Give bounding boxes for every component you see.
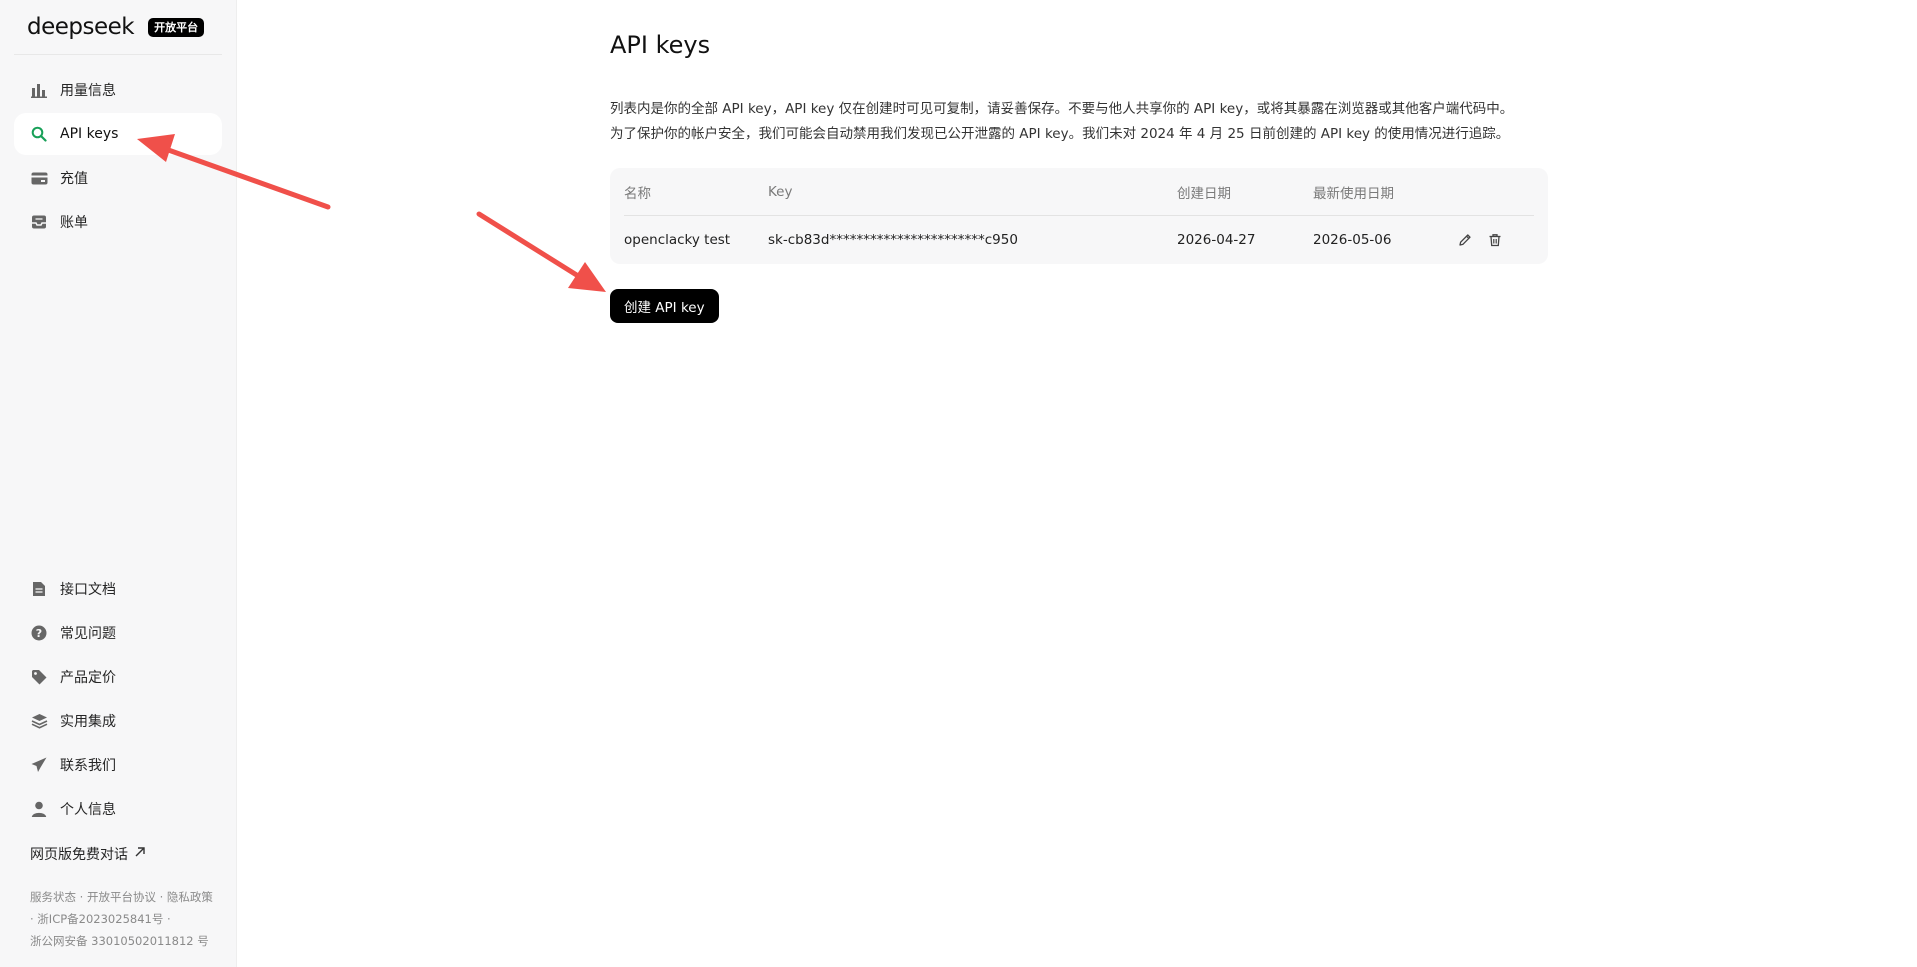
description-line-2: 为了保护你的帐户安全，我们可能会自动禁用我们发现已公开泄露的 API key。我… xyxy=(610,126,1510,142)
sidebar-nav-top: 用量信息 API keys 充值 账单 xyxy=(14,69,222,243)
brand[interactable]: deepseek 开放平台 xyxy=(27,14,205,40)
sidebar-item-label: 用量信息 xyxy=(60,83,116,99)
external-link-icon xyxy=(134,846,146,862)
search-key-icon xyxy=(30,125,48,143)
sidebar-item-label: 实用集成 xyxy=(60,714,116,730)
tag-icon xyxy=(30,668,48,686)
page-description: 列表内是你的全部 API key，API key 仅在创建时可见可复制，请妥善保… xyxy=(610,97,1610,147)
sidebar-item-label: 个人信息 xyxy=(60,802,116,818)
header-key: Key xyxy=(768,183,793,200)
page-title: API keys xyxy=(610,31,711,59)
sidebar-item-label: 产品定价 xyxy=(60,670,116,686)
header-name: 名称 xyxy=(624,185,651,202)
sidebar-item-docs[interactable]: 接口文档 xyxy=(14,568,222,610)
sidebar-item-topup[interactable]: 充值 xyxy=(14,157,222,199)
platform-badge: 开放平台 xyxy=(148,17,205,37)
key-name: openclacky test xyxy=(624,231,731,248)
user-icon xyxy=(30,800,48,818)
api-keys-table: 名称 Key 创建日期 最新使用日期 openclacky test sk-cb… xyxy=(610,168,1548,264)
row-actions xyxy=(1455,230,1505,250)
header-last-used: 最新使用日期 xyxy=(1313,185,1394,202)
edit-button[interactable] xyxy=(1455,230,1475,250)
wallet-icon xyxy=(30,169,48,187)
brand-divider xyxy=(14,54,222,55)
deepseek-logo: deepseek xyxy=(27,14,135,40)
sidebar-item-label: 接口文档 xyxy=(60,582,116,598)
key-created-date: 2026-04-27 xyxy=(1177,231,1256,248)
table-row: openclacky test sk-cb83d****************… xyxy=(624,216,1534,263)
web-chat-label: 网页版免费对话 xyxy=(30,847,128,863)
layers-icon xyxy=(30,712,48,730)
document-icon xyxy=(30,580,48,598)
sidebar-item-faq[interactable]: ? 常见问题 xyxy=(14,612,222,654)
bar-chart-icon xyxy=(30,81,48,99)
key-last-used-date: 2026-05-06 xyxy=(1313,231,1392,248)
sidebar-item-contact[interactable]: 联系我们 xyxy=(14,744,222,786)
sidebar-item-integrations[interactable]: 实用集成 xyxy=(14,700,222,742)
app-window: deepseek 开放平台 用量信息 API keys 充值 账单 接口文档 ?… xyxy=(0,0,1917,967)
sidebar-item-billing[interactable]: 账单 xyxy=(14,201,222,243)
sidebar-item-api-keys[interactable]: API keys xyxy=(14,113,222,155)
sidebar-footer: 服务状态 · 开放平台协议 · 隐私政策 · 浙ICP备2023025841号 … xyxy=(30,886,220,952)
sidebar-item-label: 联系我们 xyxy=(60,758,116,774)
sidebar-item-label: 账单 xyxy=(60,215,88,231)
sidebar-item-pricing[interactable]: 产品定价 xyxy=(14,656,222,698)
inbox-icon xyxy=(30,213,48,231)
question-icon: ? xyxy=(30,624,48,642)
sidebar-item-label: 常见问题 xyxy=(60,626,116,642)
pencil-icon xyxy=(1459,233,1471,246)
sidebar-item-profile[interactable]: 个人信息 xyxy=(14,788,222,830)
sidebar-item-usage[interactable]: 用量信息 xyxy=(14,69,222,111)
sidebar-item-label: 充值 xyxy=(60,171,88,187)
delete-button[interactable] xyxy=(1485,230,1505,250)
footer-links[interactable]: 服务状态 · 开放平台协议 · 隐私政策 xyxy=(30,886,220,908)
header-created: 创建日期 xyxy=(1177,185,1231,202)
sidebar-item-label: API keys xyxy=(60,126,119,142)
trash-icon xyxy=(1489,233,1501,246)
footer-police-record[interactable]: 浙公网安备 33010502011812 号 xyxy=(30,930,220,952)
main-content: API keys 列表内是你的全部 API key，API key 仅在创建时可… xyxy=(237,0,1917,967)
sidebar-nav-bottom: 接口文档 ? 常见问题 产品定价 实用集成 联系我们 个人信息 xyxy=(14,568,222,830)
footer-icp[interactable]: · 浙ICP备2023025841号 · xyxy=(30,908,220,930)
table-header: 名称 Key 创建日期 最新使用日期 xyxy=(624,168,1534,216)
svg-text:?: ? xyxy=(36,627,42,640)
create-api-key-button[interactable]: 创建 API key xyxy=(610,289,719,323)
send-icon xyxy=(30,756,48,774)
key-value: sk-cb83d***********************c950 xyxy=(768,231,1018,248)
description-line-1: 列表内是你的全部 API key，API key 仅在创建时可见可复制，请妥善保… xyxy=(610,101,1514,117)
web-chat-link[interactable]: 网页版免费对话 xyxy=(30,844,146,864)
sidebar: deepseek 开放平台 用量信息 API keys 充值 账单 接口文档 ?… xyxy=(0,0,237,967)
